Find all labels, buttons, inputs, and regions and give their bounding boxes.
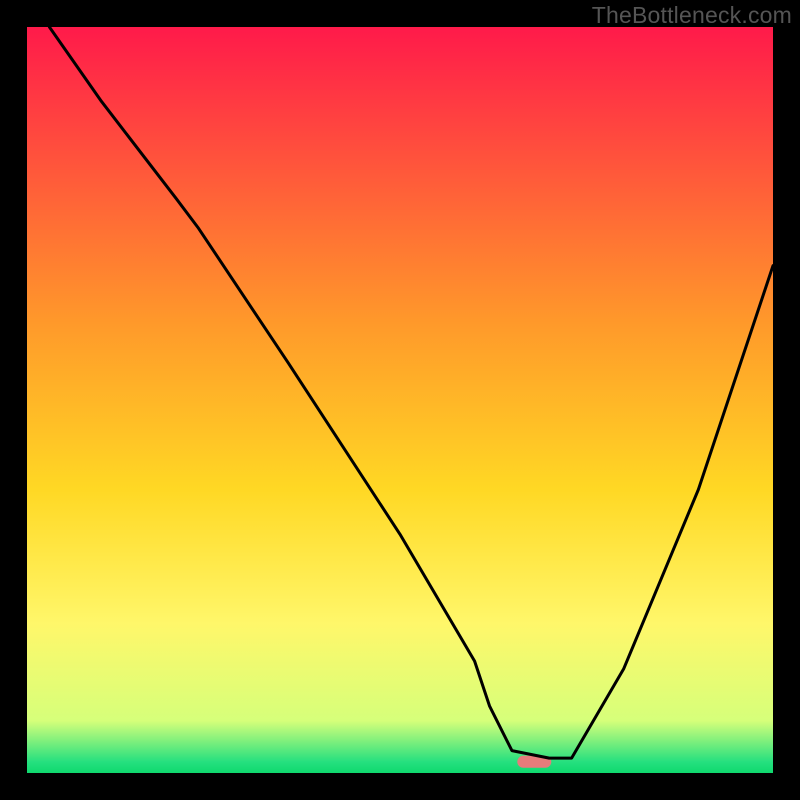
watermark-text: TheBottleneck.com <box>592 2 792 29</box>
chart-frame: TheBottleneck.com <box>0 0 800 800</box>
chart-background <box>27 27 773 773</box>
chart-svg <box>27 27 773 773</box>
plot-area <box>27 27 773 773</box>
